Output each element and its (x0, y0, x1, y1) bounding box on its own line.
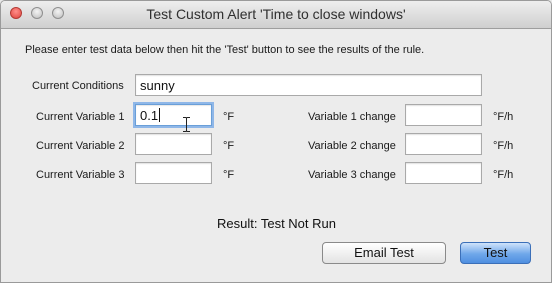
current-variable-2-field[interactable] (135, 133, 212, 155)
window-title: Test Custom Alert 'Time to close windows… (146, 6, 406, 22)
title-bar[interactable]: Test Custom Alert 'Time to close windows… (1, 1, 551, 29)
result-text: Result: Test Not Run (217, 216, 336, 231)
variable-3-change-label: Variable 3 change (308, 169, 396, 181)
instructions-text: Please enter test data below then hit th… (25, 44, 425, 56)
current-conditions-field[interactable]: sunny (135, 74, 482, 96)
test-button[interactable]: Test (460, 242, 531, 264)
ibeam-cursor-icon (183, 117, 190, 132)
test-alert-window: Test Custom Alert 'Time to close windows… (0, 0, 552, 283)
variable-3-change-field[interactable] (405, 162, 482, 184)
text-caret (159, 108, 161, 122)
current-variable-1-field[interactable]: 0.1 (135, 104, 212, 126)
current-variable-3-field[interactable] (135, 162, 212, 184)
current-variable-3-label: Current Variable 3 (36, 169, 125, 181)
variable-3-change-unit: °F/h (493, 169, 514, 181)
variable-2-change-unit: °F/h (493, 140, 514, 152)
current-variable-1-value: 0.1 (140, 108, 159, 123)
current-conditions-label: Current Conditions (32, 80, 124, 92)
variable-1-change-label: Variable 1 change (308, 111, 396, 123)
current-variable-1-label: Current Variable 1 (36, 111, 125, 123)
email-test-button[interactable]: Email Test (322, 242, 446, 264)
variable-1-unit: °F (223, 111, 235, 123)
variable-1-change-field[interactable] (405, 104, 482, 126)
variable-2-change-label: Variable 2 change (308, 140, 396, 152)
variable-2-change-field[interactable] (405, 133, 482, 155)
variable-1-change-unit: °F/h (493, 111, 514, 123)
variable-2-unit: °F (223, 140, 235, 152)
current-variable-2-label: Current Variable 2 (36, 140, 125, 152)
variable-3-unit: °F (223, 169, 235, 181)
